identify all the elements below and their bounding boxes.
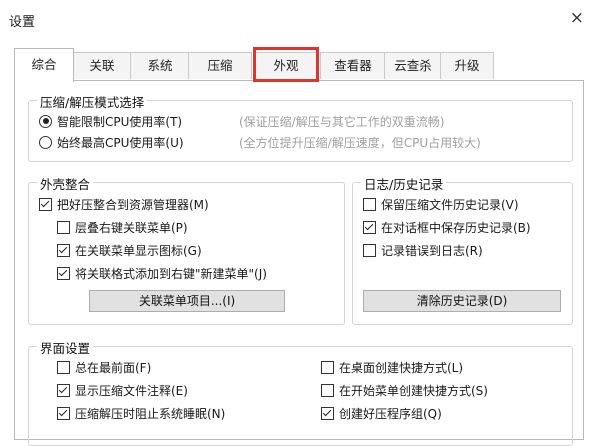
radio-smart-cpu[interactable]: 智能限制CPU使用率(T) — [39, 111, 182, 131]
checkbox-keep-archive-history[interactable]: 保留压缩文件历史记录(V) — [363, 194, 519, 214]
checkbox-label: 层叠右键关联菜单(P) — [75, 220, 188, 235]
radio-label: 始终最高CPU使用率(U) — [57, 135, 184, 150]
menu-items-button[interactable]: 关联菜单项目...(I) — [89, 290, 285, 312]
checkbox-label: 压缩解压时阻止系统睡眠(N) — [75, 406, 226, 421]
checkbox[interactable] — [321, 360, 334, 374]
checkbox-desktop-shortcut[interactable]: 在桌面创建快捷方式(L) — [321, 357, 463, 377]
checkbox-menu-icons[interactable]: 在关联菜单显示图标(G) — [57, 240, 202, 260]
checkbox-label: 把好压整合到资源管理器(M) — [57, 197, 209, 212]
checkbox-cascade-menu[interactable]: 层叠右键关联菜单(P) — [57, 217, 188, 237]
shell-group-title: 外壳整合 — [37, 174, 94, 193]
checkbox-integrate-explorer[interactable]: 把好压整合到资源管理器(M) — [39, 194, 209, 214]
tab-viewer[interactable]: 查看器 — [320, 52, 386, 79]
checkbox-program-group[interactable]: 创建好压程序组(Q) — [321, 403, 442, 423]
checkbox-label: 在对话框中保存历史记录(B) — [381, 220, 531, 235]
ui-group: 界面设置 总在最前面(F) 显示压缩文件注释(E) 压缩解压时阻止系统睡眠(N)… — [28, 338, 573, 446]
radio-button[interactable] — [39, 135, 52, 149]
close-icon[interactable]: × — [570, 8, 584, 28]
checkbox[interactable] — [321, 383, 334, 397]
tab-association[interactable]: 关联 — [72, 52, 132, 79]
log-group: 日志/历史记录 保留压缩文件历史记录(V) 在对话框中保存历史记录(B) 记录错… — [352, 174, 573, 325]
checkbox[interactable] — [363, 243, 376, 257]
window-title: 设置 — [9, 15, 36, 30]
checkbox-label: 在桌面创建快捷方式(L) — [339, 360, 464, 375]
checkbox-label: 记录错误到日志(R) — [381, 243, 483, 258]
radio-max-cpu[interactable]: 始终最高CPU使用率(U) — [39, 132, 184, 152]
mode-group-title: 压缩/解压模式选择 — [37, 92, 148, 111]
checkbox-label: 将关联格式添加到右键"新建菜单"(J) — [75, 266, 267, 281]
checkbox[interactable] — [39, 197, 52, 211]
checkbox-label: 创建好压程序组(Q) — [339, 406, 442, 421]
checkbox-dialog-history[interactable]: 在对话框中保存历史记录(B) — [363, 217, 531, 237]
radio-hint: (全方位提升压缩/解压速度，但CPU占用较大) — [239, 136, 481, 150]
checkbox-show-comments[interactable]: 显示压缩文件注释(E) — [57, 380, 188, 400]
clear-history-button[interactable]: 清除历史记录(D) — [363, 290, 561, 312]
checkbox[interactable] — [57, 266, 70, 280]
checkbox[interactable] — [57, 383, 70, 397]
checkbox-label: 保留压缩文件历史记录(V) — [381, 197, 519, 212]
checkbox-log-errors[interactable]: 记录错误到日志(R) — [363, 240, 483, 260]
ui-group-title: 界面设置 — [37, 338, 94, 357]
checkbox[interactable] — [57, 220, 70, 234]
checkbox-label: 在开始菜单创建快捷方式(S) — [339, 383, 488, 398]
tab-general[interactable]: 综合 — [14, 48, 74, 82]
checkbox-always-on-top[interactable]: 总在最前面(F) — [57, 357, 151, 377]
checkbox[interactable] — [363, 197, 376, 211]
checkbox-prevent-sleep[interactable]: 压缩解压时阻止系统睡眠(N) — [57, 403, 225, 423]
tab-cloud-scan[interactable]: 云查杀 — [384, 52, 442, 79]
checkbox[interactable] — [57, 360, 70, 374]
checkbox-label: 总在最前面(F) — [75, 360, 152, 375]
tab-panel: 压缩/解压模式选择 智能限制CPU使用率(T) (保证压缩/解压与其它工作的双重… — [14, 80, 584, 446]
tab-compress[interactable]: 压缩 — [188, 52, 252, 79]
checkbox-label: 在关联菜单显示图标(G) — [75, 243, 202, 258]
tab-highlight-box — [253, 47, 319, 82]
title-bar: 设置 × — [0, 0, 594, 40]
tab-upgrade[interactable]: 升级 — [440, 52, 494, 79]
checkbox[interactable] — [321, 406, 334, 420]
checkbox[interactable] — [57, 406, 70, 420]
mode-group: 压缩/解压模式选择 智能限制CPU使用率(T) (保证压缩/解压与其它工作的双重… — [28, 92, 573, 162]
shell-group: 外壳整合 把好压整合到资源管理器(M) 层叠右键关联菜单(P) 在关联菜单显示图… — [28, 174, 345, 325]
checkbox[interactable] — [363, 220, 376, 234]
log-group-title: 日志/历史记录 — [361, 174, 447, 193]
checkbox-new-menu[interactable]: 将关联格式添加到右键"新建菜单"(J) — [57, 263, 267, 283]
tab-system[interactable]: 系统 — [130, 52, 190, 79]
checkbox-label: 显示压缩文件注释(E) — [75, 383, 188, 398]
checkbox-startmenu-shortcut[interactable]: 在开始菜单创建快捷方式(S) — [321, 380, 488, 400]
radio-hint: (保证压缩/解压与其它工作的双重流畅) — [239, 115, 445, 129]
radio-button[interactable] — [39, 114, 52, 128]
checkbox[interactable] — [57, 243, 70, 257]
radio-label: 智能限制CPU使用率(T) — [57, 114, 183, 129]
